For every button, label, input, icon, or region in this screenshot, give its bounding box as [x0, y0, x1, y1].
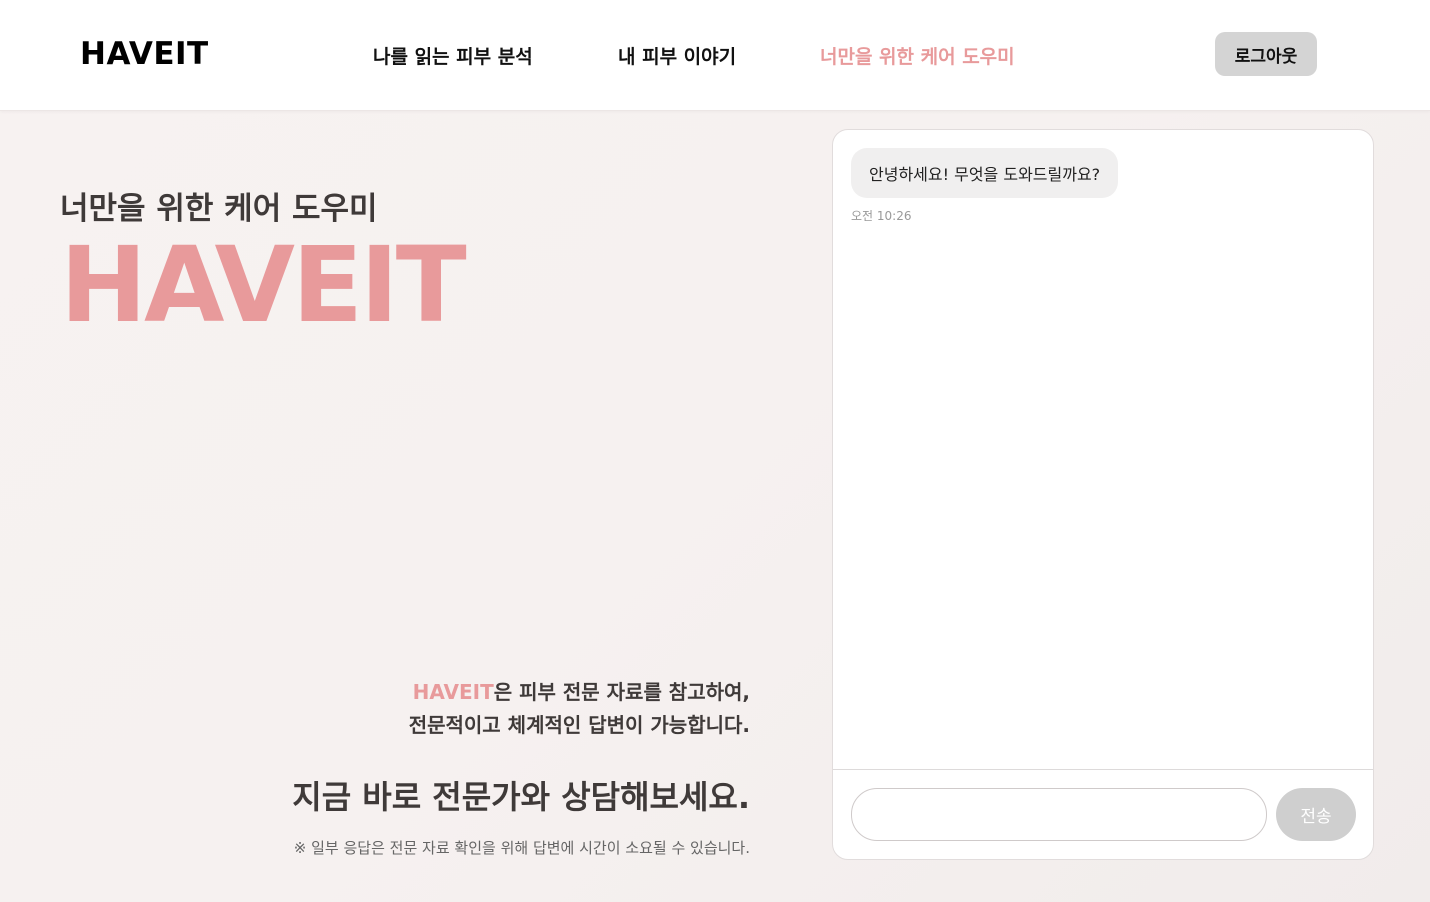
chat-panel: 안녕하세요! 무엇을 도와드릴까요? 오전 10:26 전송: [832, 129, 1374, 860]
description-line-2: 전문적이고 체계적인 답변이 가능합니다.: [408, 713, 750, 737]
hero-description: HAVEIT은 피부 전문 자료를 참고하여, 전문적이고 체계적인 답변이 가…: [409, 676, 750, 742]
cta-text: 지금 바로 전문가와 상담해보세요.: [292, 778, 750, 816]
chat-message-input[interactable]: [851, 788, 1267, 841]
nav-care-assistant[interactable]: 너만을 위한 케어 도우미: [820, 42, 1015, 69]
message-timestamp: 오전 10:26: [851, 209, 912, 223]
bot-message-bubble: 안녕하세요! 무엇을 도와드릴까요?: [851, 148, 1119, 198]
description-line-1: 은 피부 전문 자료를 참고하여,: [493, 680, 750, 704]
nav-skin-analysis[interactable]: 나를 읽는 피부 분석: [373, 42, 533, 69]
nav-my-skin-story[interactable]: 내 피부 이야기: [618, 42, 736, 69]
brand-name: HAVEIT: [412, 680, 494, 704]
top-header: HAVEIT 나를 읽는 피부 분석 내 피부 이야기 너만을 위한 케어 도우…: [0, 0, 1430, 111]
notice-text: ※ 일부 응답은 전문 자료 확인을 위해 답변에 시간이 소요될 수 있습니다…: [293, 839, 750, 857]
hero-subtitle: 너만을 위한 케어 도우미: [60, 191, 378, 227]
send-button[interactable]: 전송: [1276, 788, 1356, 841]
chat-input-bar: 전송: [833, 769, 1373, 859]
logout-button[interactable]: 로그아웃: [1215, 32, 1317, 76]
logo[interactable]: HAVEIT: [80, 36, 209, 72]
hero-title: HAVEIT: [60, 224, 467, 346]
